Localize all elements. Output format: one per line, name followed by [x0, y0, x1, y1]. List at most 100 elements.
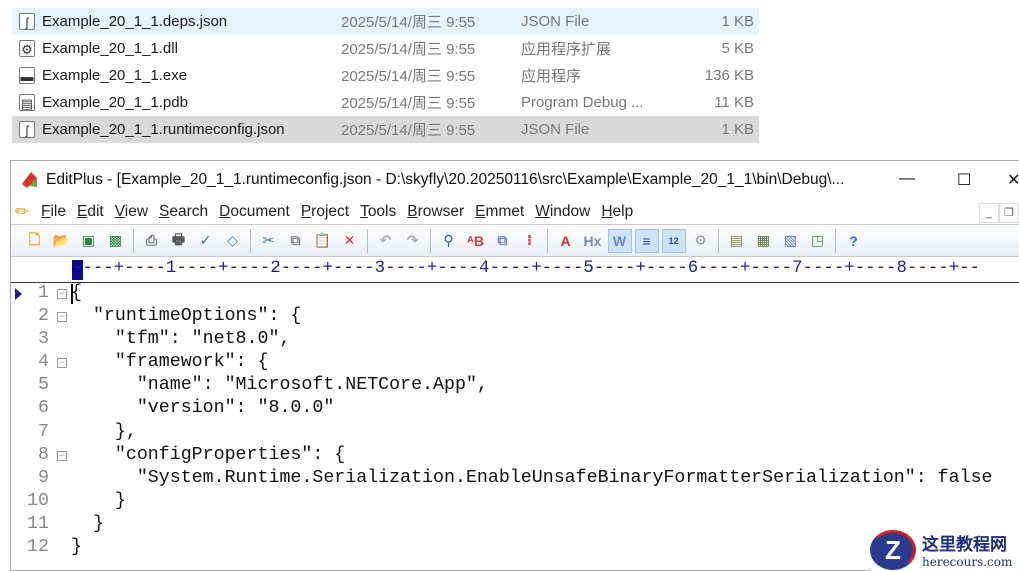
menu-view[interactable]: View: [115, 203, 148, 221]
separator: [835, 228, 836, 253]
code-line: 2− "runtimeOptions": {: [11, 306, 1019, 329]
spell-check-icon[interactable]: ✓: [194, 229, 218, 253]
directory-icon[interactable]: ▧: [779, 229, 803, 253]
file-row[interactable]: ▬ Example_20_1_1.exe 2025/5/14/周三 9:55 应…: [12, 62, 759, 89]
menu-help[interactable]: Help: [601, 203, 633, 221]
code-line: 12}: [11, 537, 1019, 560]
copy-icon[interactable]: ⧉: [284, 229, 308, 253]
help-icon[interactable]: ?: [842, 229, 866, 253]
save-all-icon[interactable]: ▩: [104, 229, 128, 253]
file-row[interactable]: ʃ Example_20_1_1.deps.json 2025/5/14/周三 …: [12, 8, 759, 35]
title-bar: EditPlus - [Example_20_1_1.runtimeconfig…: [11, 161, 1019, 199]
line-number: 3: [38, 329, 49, 350]
code-text: "configProperties": {: [71, 444, 346, 465]
exe-file-icon: ▬: [19, 67, 35, 84]
code-text: "tfm": "net8.0",: [71, 329, 291, 350]
code-text: "runtimeOptions": {: [71, 306, 302, 327]
menu-document[interactable]: Document: [219, 203, 290, 221]
separator: [430, 228, 431, 253]
new-file-icon[interactable]: 🗋: [23, 229, 47, 253]
mdi-restore-button[interactable]: ❐: [999, 203, 1019, 223]
menu-window[interactable]: Window: [535, 203, 590, 221]
menu-emmet[interactable]: Emmet: [475, 203, 524, 221]
print-icon[interactable]: 🖶: [167, 229, 191, 253]
line-number: 1: [38, 283, 49, 303]
code-line: 8− "configProperties": {: [11, 445, 1019, 468]
output-window-icon[interactable]: ◳: [806, 229, 830, 253]
file-row[interactable]: ⚙ Example_20_1_1.dll 2025/5/14/周三 9:55 应…: [12, 35, 759, 62]
ruler-icon[interactable]: ≡: [634, 228, 659, 253]
browser-preview-icon[interactable]: ◇: [221, 229, 245, 253]
file-size: 5 KB: [721, 40, 754, 57]
line-number: 8: [38, 444, 49, 465]
line-number: 7: [38, 421, 49, 442]
file-type: JSON File: [521, 13, 590, 30]
file-name: Example_20_1_1.runtimeconfig.json: [42, 121, 285, 138]
replace-icon[interactable]: ᴬB: [464, 229, 488, 253]
goto-icon[interactable]: ⧉: [491, 229, 515, 253]
word-wrap-icon[interactable]: W: [607, 228, 632, 253]
line-numbers-icon[interactable]: ⁝: [518, 229, 542, 253]
file-type: Program Debug ...: [521, 94, 644, 111]
watermark-logo: Z 这里教程网 herecours.com: [870, 528, 1019, 571]
window-title: EditPlus - [Example_20_1_1.runtimeconfig…: [46, 171, 845, 188]
code-text: }: [71, 537, 82, 558]
redo-icon[interactable]: ↷: [401, 229, 425, 253]
file-row[interactable]: ▤ Example_20_1_1.pdb 2025/5/14/周三 9:55 P…: [12, 89, 759, 116]
code-line: 11 }: [11, 514, 1019, 537]
mdi-minimize-button[interactable]: _: [979, 203, 999, 223]
paste-icon[interactable]: 📋: [311, 229, 335, 253]
file-size: 11 KB: [714, 94, 754, 111]
fold-toggle-icon[interactable]: −: [57, 358, 67, 369]
code-editor[interactable]: 1−{2− "runtimeOptions": {3 "tfm": "net8.…: [11, 283, 1019, 560]
file-date: 2025/5/14/周三 9:55: [341, 95, 476, 112]
file-name: Example_20_1_1.dll: [42, 40, 178, 57]
save-icon[interactable]: ▣: [77, 229, 101, 253]
print-preview-icon[interactable]: ⎙: [140, 229, 164, 253]
code-text: }: [71, 490, 126, 511]
undo-icon[interactable]: ↶: [374, 229, 398, 253]
code-text: "version": "8.0.0": [71, 398, 335, 419]
code-line: 7 },: [11, 422, 1019, 445]
code-text: }: [71, 513, 104, 534]
separator: [547, 228, 548, 253]
line-number: 9: [38, 467, 49, 488]
file-date: 2025/5/14/周三 9:55: [341, 122, 476, 139]
font-icon[interactable]: A: [554, 229, 578, 253]
delete-icon[interactable]: ✕: [338, 229, 362, 253]
open-file-icon[interactable]: 📂: [50, 229, 74, 253]
menu-browser[interactable]: Browser: [407, 203, 464, 221]
line-number: 6: [38, 398, 49, 419]
file-row[interactable]: ʃ Example_20_1_1.runtimeconfig.json 2025…: [12, 116, 759, 143]
document-list-icon[interactable]: ▤: [725, 229, 749, 253]
fold-toggle-icon[interactable]: −: [57, 450, 67, 461]
menu-file[interactable]: File: [41, 203, 66, 221]
settings-gear-icon[interactable]: ⚙: [689, 229, 713, 253]
file-type: JSON File: [521, 121, 590, 138]
code-text: },: [71, 421, 137, 442]
minimize-button[interactable]: —: [899, 170, 915, 188]
code-line: 5 "name": "Microsoft.NETCore.App",: [11, 375, 1019, 398]
ruler: ----+----1----+----2----+----3----+----4…: [11, 257, 1019, 283]
close-button[interactable]: ✕: [1007, 170, 1019, 190]
menu-tools[interactable]: Tools: [360, 203, 396, 221]
find-icon[interactable]: ⚲: [437, 229, 461, 253]
pencil-icon: ✏: [15, 201, 30, 221]
menu-project[interactable]: Project: [301, 203, 349, 221]
cut-icon[interactable]: ✂: [257, 229, 281, 253]
line-number: 12: [27, 537, 49, 558]
menu-edit[interactable]: Edit: [77, 203, 104, 221]
watermark-en: herecours.com: [922, 555, 1013, 569]
code-text: {: [71, 283, 82, 303]
file-size: 1 KB: [721, 121, 754, 138]
line-number: 2: [38, 306, 49, 327]
line-number-toggle-icon[interactable]: 12: [661, 228, 686, 253]
fold-toggle-icon[interactable]: −: [57, 289, 67, 299]
separator: [133, 228, 134, 253]
watermark-cn: 这里教程网: [922, 535, 1007, 555]
cliptext-icon[interactable]: ▦: [752, 229, 776, 253]
maximize-button[interactable]: ☐: [957, 170, 971, 190]
fold-toggle-icon[interactable]: −: [57, 312, 67, 323]
menu-search[interactable]: Search: [159, 203, 208, 221]
html-toolbar-icon[interactable]: Hx: [581, 229, 605, 253]
